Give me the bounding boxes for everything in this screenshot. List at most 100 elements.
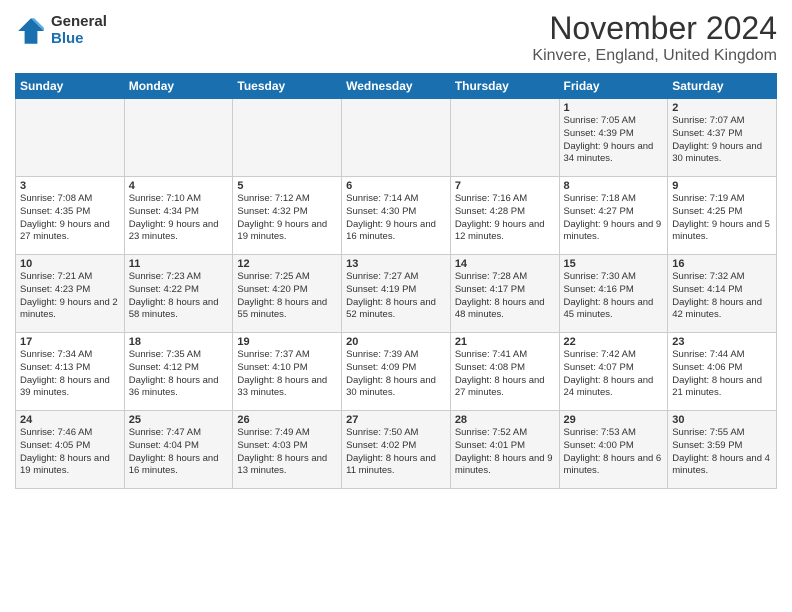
day-info: Sunrise: 7:52 AM Sunset: 4:01 PM Dayligh… (455, 427, 555, 478)
day-number: 4 (129, 180, 229, 192)
day-number: 17 (20, 336, 120, 348)
day-number: 19 (237, 336, 337, 348)
cell-2-2: 12Sunrise: 7:25 AM Sunset: 4:20 PM Dayli… (233, 255, 342, 333)
day-info: Sunrise: 7:12 AM Sunset: 4:32 PM Dayligh… (237, 193, 337, 244)
location-title: Kinvere, England, United Kingdom (532, 47, 777, 65)
cell-3-6: 23Sunrise: 7:44 AM Sunset: 4:06 PM Dayli… (668, 333, 777, 411)
page-container: General Blue November 2024 Kinvere, Engl… (0, 0, 792, 499)
cell-1-2: 5Sunrise: 7:12 AM Sunset: 4:32 PM Daylig… (233, 177, 342, 255)
cell-2-4: 14Sunrise: 7:28 AM Sunset: 4:17 PM Dayli… (450, 255, 559, 333)
day-info: Sunrise: 7:42 AM Sunset: 4:07 PM Dayligh… (564, 349, 664, 400)
day-number: 28 (455, 414, 555, 426)
cell-0-2 (233, 99, 342, 177)
title-area: November 2024 Kinvere, England, United K… (532, 10, 777, 65)
day-number: 27 (346, 414, 446, 426)
cell-4-3: 27Sunrise: 7:50 AM Sunset: 4:02 PM Dayli… (342, 411, 451, 489)
cell-1-6: 9Sunrise: 7:19 AM Sunset: 4:25 PM Daylig… (668, 177, 777, 255)
day-info: Sunrise: 7:23 AM Sunset: 4:22 PM Dayligh… (129, 271, 229, 322)
day-info: Sunrise: 7:14 AM Sunset: 4:30 PM Dayligh… (346, 193, 446, 244)
cell-2-5: 15Sunrise: 7:30 AM Sunset: 4:16 PM Dayli… (559, 255, 668, 333)
day-number: 11 (129, 258, 229, 270)
day-info: Sunrise: 7:19 AM Sunset: 4:25 PM Dayligh… (672, 193, 772, 244)
header: General Blue November 2024 Kinvere, Engl… (15, 10, 777, 65)
day-number: 21 (455, 336, 555, 348)
day-info: Sunrise: 7:05 AM Sunset: 4:39 PM Dayligh… (564, 115, 664, 166)
day-info: Sunrise: 7:44 AM Sunset: 4:06 PM Dayligh… (672, 349, 772, 400)
day-info: Sunrise: 7:27 AM Sunset: 4:19 PM Dayligh… (346, 271, 446, 322)
day-info: Sunrise: 7:25 AM Sunset: 4:20 PM Dayligh… (237, 271, 337, 322)
day-info: Sunrise: 7:49 AM Sunset: 4:03 PM Dayligh… (237, 427, 337, 478)
cell-1-5: 8Sunrise: 7:18 AM Sunset: 4:27 PM Daylig… (559, 177, 668, 255)
cell-0-4 (450, 99, 559, 177)
day-info: Sunrise: 7:18 AM Sunset: 4:27 PM Dayligh… (564, 193, 664, 244)
cell-2-0: 10Sunrise: 7:21 AM Sunset: 4:23 PM Dayli… (16, 255, 125, 333)
cell-0-1 (124, 99, 233, 177)
logo-blue-text: Blue (51, 31, 107, 48)
cell-2-1: 11Sunrise: 7:23 AM Sunset: 4:22 PM Dayli… (124, 255, 233, 333)
day-info: Sunrise: 7:46 AM Sunset: 4:05 PM Dayligh… (20, 427, 120, 478)
day-number: 23 (672, 336, 772, 348)
cell-2-6: 16Sunrise: 7:32 AM Sunset: 4:14 PM Dayli… (668, 255, 777, 333)
day-info: Sunrise: 7:55 AM Sunset: 3:59 PM Dayligh… (672, 427, 772, 478)
week-row-4: 24Sunrise: 7:46 AM Sunset: 4:05 PM Dayli… (16, 411, 777, 489)
week-row-3: 17Sunrise: 7:34 AM Sunset: 4:13 PM Dayli… (16, 333, 777, 411)
day-number: 3 (20, 180, 120, 192)
col-thursday: Thursday (450, 74, 559, 99)
cell-1-1: 4Sunrise: 7:10 AM Sunset: 4:34 PM Daylig… (124, 177, 233, 255)
cell-3-1: 18Sunrise: 7:35 AM Sunset: 4:12 PM Dayli… (124, 333, 233, 411)
day-number: 5 (237, 180, 337, 192)
logo-icon (15, 15, 47, 47)
day-info: Sunrise: 7:50 AM Sunset: 4:02 PM Dayligh… (346, 427, 446, 478)
col-monday: Monday (124, 74, 233, 99)
calendar-table: Sunday Monday Tuesday Wednesday Thursday… (15, 73, 777, 489)
week-row-0: 1Sunrise: 7:05 AM Sunset: 4:39 PM Daylig… (16, 99, 777, 177)
day-info: Sunrise: 7:53 AM Sunset: 4:00 PM Dayligh… (564, 427, 664, 478)
day-number: 30 (672, 414, 772, 426)
day-number: 6 (346, 180, 446, 192)
day-info: Sunrise: 7:10 AM Sunset: 4:34 PM Dayligh… (129, 193, 229, 244)
day-number: 8 (564, 180, 664, 192)
cell-4-6: 30Sunrise: 7:55 AM Sunset: 3:59 PM Dayli… (668, 411, 777, 489)
day-info: Sunrise: 7:37 AM Sunset: 4:10 PM Dayligh… (237, 349, 337, 400)
cell-0-3 (342, 99, 451, 177)
logo-text: General Blue (51, 14, 107, 47)
day-number: 26 (237, 414, 337, 426)
cell-3-4: 21Sunrise: 7:41 AM Sunset: 4:08 PM Dayli… (450, 333, 559, 411)
cell-4-4: 28Sunrise: 7:52 AM Sunset: 4:01 PM Dayli… (450, 411, 559, 489)
col-saturday: Saturday (668, 74, 777, 99)
week-row-1: 3Sunrise: 7:08 AM Sunset: 4:35 PM Daylig… (16, 177, 777, 255)
day-number: 18 (129, 336, 229, 348)
cell-4-1: 25Sunrise: 7:47 AM Sunset: 4:04 PM Dayli… (124, 411, 233, 489)
day-number: 2 (672, 102, 772, 114)
cell-4-5: 29Sunrise: 7:53 AM Sunset: 4:00 PM Dayli… (559, 411, 668, 489)
logo: General Blue (15, 14, 107, 47)
day-info: Sunrise: 7:28 AM Sunset: 4:17 PM Dayligh… (455, 271, 555, 322)
day-info: Sunrise: 7:34 AM Sunset: 4:13 PM Dayligh… (20, 349, 120, 400)
day-number: 20 (346, 336, 446, 348)
day-number: 13 (346, 258, 446, 270)
day-info: Sunrise: 7:30 AM Sunset: 4:16 PM Dayligh… (564, 271, 664, 322)
logo-general-text: General (51, 14, 107, 31)
day-info: Sunrise: 7:32 AM Sunset: 4:14 PM Dayligh… (672, 271, 772, 322)
day-info: Sunrise: 7:41 AM Sunset: 4:08 PM Dayligh… (455, 349, 555, 400)
cell-3-3: 20Sunrise: 7:39 AM Sunset: 4:09 PM Dayli… (342, 333, 451, 411)
header-row: Sunday Monday Tuesday Wednesday Thursday… (16, 74, 777, 99)
day-info: Sunrise: 7:08 AM Sunset: 4:35 PM Dayligh… (20, 193, 120, 244)
day-number: 15 (564, 258, 664, 270)
day-info: Sunrise: 7:35 AM Sunset: 4:12 PM Dayligh… (129, 349, 229, 400)
day-number: 1 (564, 102, 664, 114)
day-number: 16 (672, 258, 772, 270)
cell-3-5: 22Sunrise: 7:42 AM Sunset: 4:07 PM Dayli… (559, 333, 668, 411)
day-number: 25 (129, 414, 229, 426)
cell-1-0: 3Sunrise: 7:08 AM Sunset: 4:35 PM Daylig… (16, 177, 125, 255)
day-number: 29 (564, 414, 664, 426)
col-wednesday: Wednesday (342, 74, 451, 99)
cell-3-2: 19Sunrise: 7:37 AM Sunset: 4:10 PM Dayli… (233, 333, 342, 411)
cell-2-3: 13Sunrise: 7:27 AM Sunset: 4:19 PM Dayli… (342, 255, 451, 333)
day-number: 10 (20, 258, 120, 270)
day-number: 9 (672, 180, 772, 192)
cell-4-0: 24Sunrise: 7:46 AM Sunset: 4:05 PM Dayli… (16, 411, 125, 489)
cell-1-4: 7Sunrise: 7:16 AM Sunset: 4:28 PM Daylig… (450, 177, 559, 255)
col-tuesday: Tuesday (233, 74, 342, 99)
day-number: 12 (237, 258, 337, 270)
